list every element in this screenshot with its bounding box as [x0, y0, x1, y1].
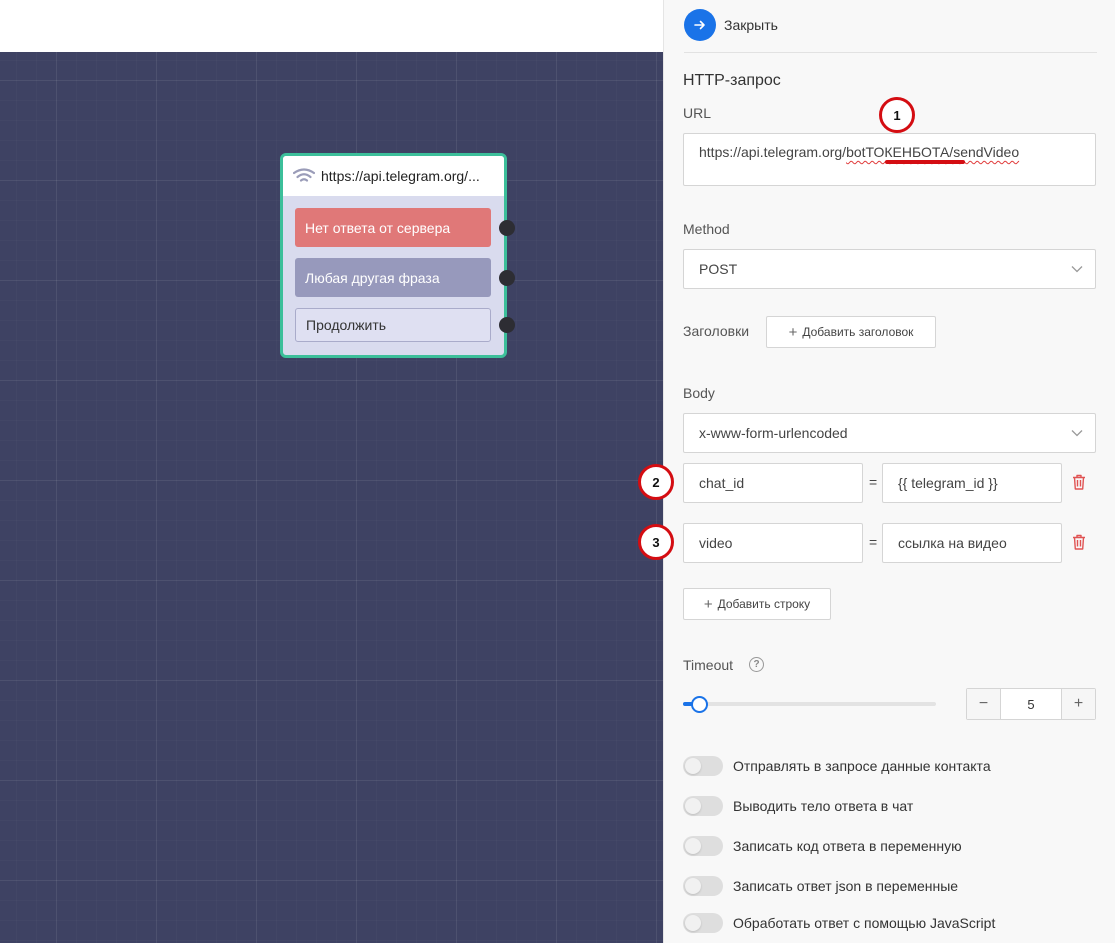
toggle-switch[interactable] [683, 796, 723, 816]
body-value-value: {{ telegram_id }} [898, 475, 998, 491]
add-row-label: Добавить строку [717, 597, 811, 611]
increment-button[interactable]: + [1062, 689, 1095, 719]
body-type-value: x-www-form-urlencoded [699, 425, 848, 441]
method-label: Method [683, 221, 730, 237]
timeout-label: Timeout [683, 657, 734, 673]
body-label: Body [683, 385, 715, 401]
add-header-button[interactable]: + Добавить заголовок [766, 316, 936, 348]
http-request-node[interactable]: https://api.telegram.org/... Нет ответа … [280, 153, 515, 358]
toggle-label: Обработать ответ с помощью JavaScript [733, 915, 996, 931]
node-button-no-response[interactable]: Нет ответа от сервера [295, 208, 491, 247]
body-value-value: ссылка на видео [898, 535, 1007, 551]
toggle-save-json[interactable]: Записать ответ json в переменные [683, 876, 958, 896]
timeout-stepper: − 5 + [966, 688, 1096, 720]
panel-title: HTTP-запрос [683, 72, 781, 89]
url-value-highlight: botТОКЕНБОТА/sendVideo [846, 144, 1020, 160]
trash-icon[interactable] [1072, 534, 1086, 550]
annotation-badge-2: 2 [638, 464, 674, 500]
node-button-any-phrase[interactable]: Любая другая фраза [295, 258, 491, 297]
toggle-switch[interactable] [683, 756, 723, 776]
panel-divider [684, 52, 1097, 53]
add-row-button[interactable]: + Добавить строку [683, 588, 831, 620]
headers-label: Заголовки [683, 323, 750, 339]
equals-sign: = [869, 474, 878, 490]
add-header-label: Добавить заголовок [802, 325, 914, 339]
url-value-prefix: https://api.telegram.org/ [699, 144, 847, 160]
toggle-switch[interactable] [683, 913, 723, 933]
plus-icon: + [788, 323, 798, 341]
close-panel-button[interactable]: Закрыть [684, 9, 778, 41]
toggle-label: Записать ответ json в переменные [733, 878, 959, 894]
timeout-value-input[interactable]: 5 [1000, 689, 1062, 719]
body-value-input[interactable]: ссылка на видео [882, 523, 1062, 563]
top-bar [0, 0, 663, 52]
node-port-no-response[interactable] [499, 220, 515, 236]
chevron-down-icon [1071, 266, 1083, 273]
annotation-badge-3: 3 [638, 524, 674, 560]
plus-icon: + [703, 595, 713, 613]
toggle-label: Записать код ответа в переменную [733, 838, 962, 854]
node-title: https://api.telegram.org/... [321, 168, 480, 184]
toggle-switch[interactable] [683, 876, 723, 896]
decrement-button[interactable]: − [967, 689, 1000, 719]
node-header[interactable]: https://api.telegram.org/... [283, 156, 504, 196]
annotation-underline [885, 160, 965, 164]
close-label[interactable]: Закрыть [724, 17, 778, 33]
node-port-any-phrase[interactable] [499, 270, 515, 286]
help-icon[interactable]: ? [749, 657, 764, 672]
toggle-label: Выводить тело ответа в чат [733, 798, 914, 814]
toggle-javascript[interactable]: Обработать ответ с помощью JavaScript [683, 913, 995, 933]
method-select[interactable]: POST [683, 249, 1096, 289]
body-type-select[interactable]: x-www-form-urlencoded [683, 413, 1096, 453]
arrow-right-icon[interactable] [684, 9, 716, 41]
body-key-input[interactable]: video [683, 523, 863, 563]
timeout-slider-thumb[interactable] [691, 696, 708, 713]
trash-icon[interactable] [1072, 474, 1086, 490]
body-key-input[interactable]: chat_id [683, 463, 863, 503]
node-button-continue[interactable]: Продолжить [295, 308, 491, 342]
toggle-output-body[interactable]: Выводить тело ответа в чат [683, 796, 913, 816]
body-key-value: video [699, 535, 733, 551]
toggle-switch[interactable] [683, 836, 723, 856]
timeout-slider[interactable] [683, 702, 936, 706]
chevron-down-icon [1071, 430, 1083, 437]
toggle-label: Отправлять в запросе данные контакта [733, 758, 991, 774]
equals-sign: = [869, 534, 878, 550]
wifi-icon [293, 168, 315, 182]
body-value-input[interactable]: {{ telegram_id }} [882, 463, 1062, 503]
node-port-continue[interactable] [499, 317, 515, 333]
toggle-save-status-code[interactable]: Записать код ответа в переменную [683, 836, 962, 856]
url-label: URL [683, 105, 712, 121]
body-key-value: chat_id [699, 475, 745, 491]
method-value: POST [699, 261, 738, 277]
annotation-badge-1: 1 [879, 97, 915, 133]
toggle-send-contact[interactable]: Отправлять в запросе данные контакта [683, 756, 991, 776]
